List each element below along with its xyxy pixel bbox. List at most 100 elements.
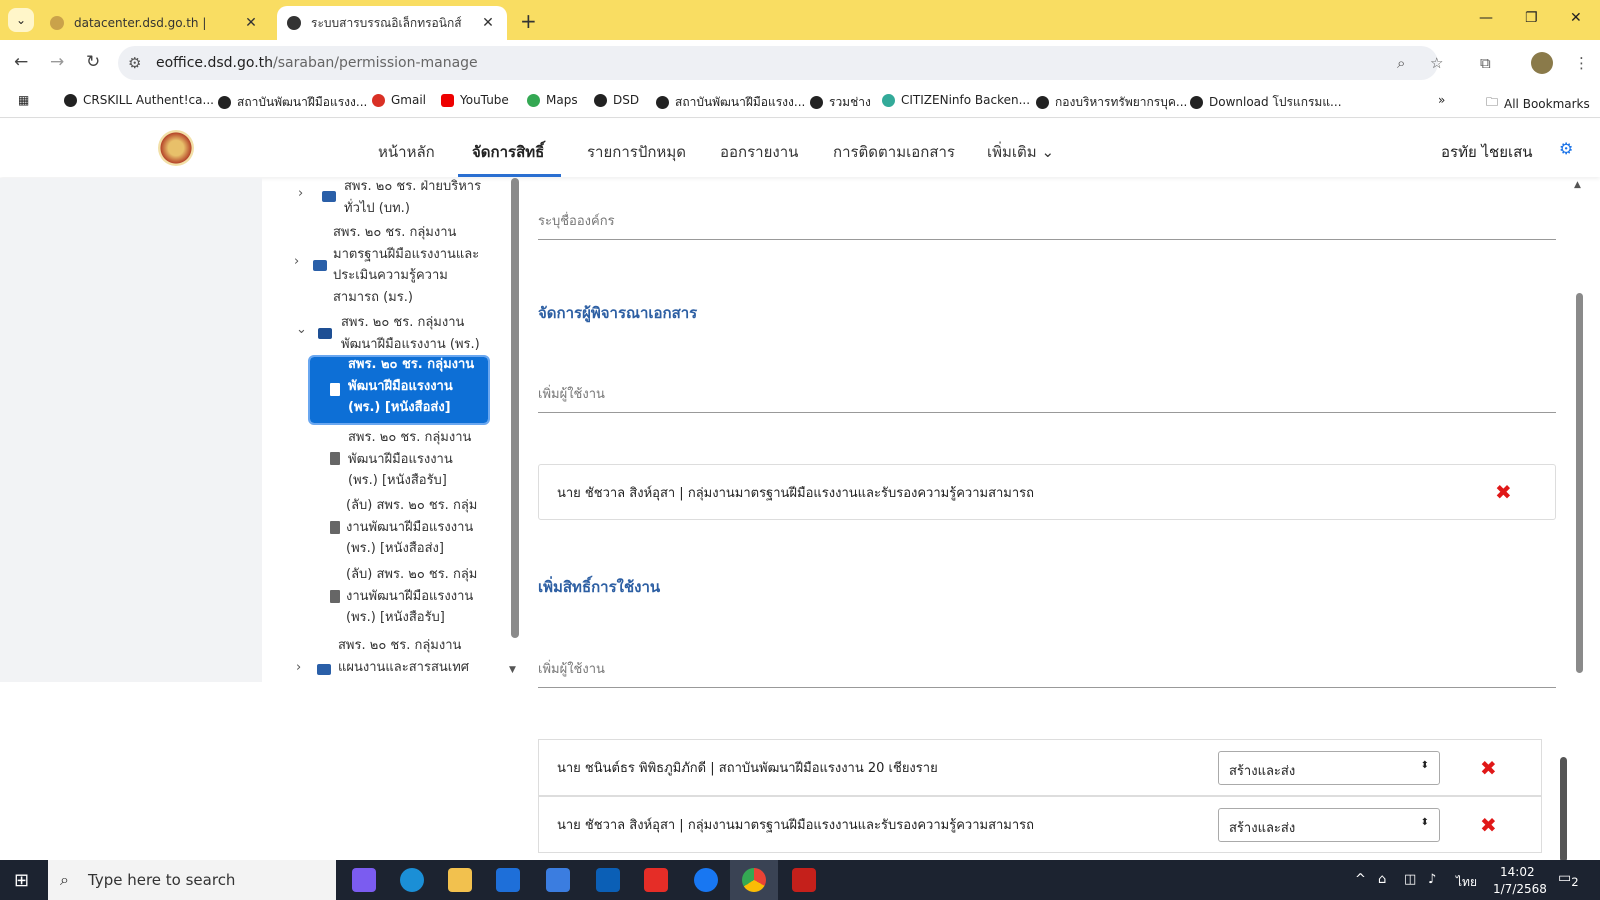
bookmark-item[interactable]: กองบริหารทรัพยากรบุค...	[1036, 93, 1187, 112]
minimize-button[interactable]: —	[1479, 10, 1493, 26]
new-tab-button[interactable]: +	[520, 9, 537, 33]
chrome-icon	[742, 868, 766, 892]
window-close-button[interactable]: ✕	[1570, 10, 1582, 26]
star-icon[interactable]: ☆	[1430, 54, 1443, 72]
page-scrollbar[interactable]	[1576, 293, 1583, 673]
chevron-right-icon[interactable]: ›	[294, 254, 299, 269]
tree-item[interactable]: (ลับ) สพร. ๒๐ ชร. กลุ่ม งานพัฒนาฝีมือแรงง…	[346, 564, 477, 629]
role-select[interactable]: สร้างและส่ง ⬍	[1218, 808, 1440, 842]
wifi-icon[interactable]: ◫	[1404, 872, 1416, 887]
chevron-right-icon[interactable]: ›	[298, 186, 303, 201]
tree-scrollbar[interactable]	[511, 178, 519, 638]
tab-title: datacenter.dsd.go.th |	[74, 16, 207, 30]
volume-icon[interactable]: ♪	[1428, 872, 1436, 887]
taskbar-search[interactable]: ⌕ Type here to search	[48, 860, 336, 900]
close-icon[interactable]: ✕	[242, 15, 260, 31]
bookmark-item[interactable]: Gmail	[372, 93, 426, 107]
bookmark-item[interactable]: สถาบันพัฒนาฝีมือแรงง...	[218, 93, 367, 112]
chrome-taskbar-button[interactable]	[730, 860, 778, 900]
network-icon[interactable]: ⌂	[1378, 872, 1386, 887]
acrobat-icon[interactable]	[792, 868, 816, 892]
edge-icon[interactable]	[400, 868, 424, 892]
tree-item[interactable]: สพร. ๒๐ ชร. กลุ่มงาน พัฒนาฝีมือแรงงาน (พร.…	[348, 427, 471, 492]
tree-item[interactable]: (ลับ) สพร. ๒๐ ชร. กลุ่ม งานพัฒนาฝีมือแรงง…	[346, 495, 477, 560]
store-icon[interactable]	[546, 868, 570, 892]
language-indicator[interactable]: ไทย	[1456, 873, 1477, 892]
document-icon	[330, 452, 340, 465]
nav-home[interactable]: หน้าหลัก	[378, 140, 435, 164]
folder-icon	[322, 191, 336, 202]
apps-icon[interactable]: ▦	[18, 93, 29, 107]
copilot-icon[interactable]	[352, 868, 376, 892]
add-reviewer-input[interactable]: เพิ่มผู้ใช้งาน	[538, 383, 1556, 413]
clock-date[interactable]: 1/7/2568	[1493, 882, 1547, 896]
user-name[interactable]: อรทัย ไชยเสน	[1441, 140, 1533, 164]
forward-icon[interactable]: →	[50, 52, 64, 72]
remove-reviewer-icon[interactable]: ✖	[1495, 480, 1512, 504]
menu-icon[interactable]: ⋮	[1574, 54, 1589, 72]
permission-section-title: เพิ่มสิทธิ์การใช้งาน	[538, 578, 661, 596]
remove-permission-icon[interactable]: ✖	[1480, 813, 1497, 837]
tree-item-selected[interactable]: สพร. ๒๐ ชร. กลุ่มงาน พัฒนาฝีมือแรงงาน (พร.…	[308, 355, 490, 425]
chevron-right-icon[interactable]: ›	[296, 660, 301, 675]
scroll-down-icon[interactable]: ▼	[509, 665, 516, 675]
gear-icon[interactable]: ⚙	[1559, 139, 1573, 158]
tab-search-button[interactable]: ⌄	[8, 8, 34, 32]
document-icon	[330, 590, 340, 603]
facebook-icon[interactable]	[694, 868, 718, 892]
nav-pinned[interactable]: รายการปักหมุด	[587, 140, 686, 164]
youtube-icon[interactable]	[644, 868, 668, 892]
tree-item[interactable]: สพร. ๒๐ ชร. กลุ่มงาน พัฒนาฝีมือแรงงาน (พร…	[341, 312, 480, 355]
restore-button[interactable]: ❐	[1525, 10, 1538, 26]
nav-permission[interactable]: จัดการสิทธิ์	[472, 140, 544, 164]
bookmark-item[interactable]: สถาบันพัฒนาฝีมือแรงง...	[656, 93, 805, 112]
tab-title: ระบบสารบรรณอิเล็กทรอนิกส์	[311, 15, 462, 30]
address-bar[interactable]: eoffice.dsd.go.th/saraban/permission-man…	[118, 46, 1438, 80]
tab-saraban[interactable]: ระบบสารบรรณอิเล็กทรอนิกส์ ✕	[277, 6, 507, 40]
more-bookmarks-icon[interactable]: »	[1438, 93, 1445, 107]
zoom-icon[interactable]: ⌕	[1397, 54, 1405, 72]
tree-item[interactable]: สพร. ๒๐ ชร. ฝ่ายบริหาร ทั่วไป (บท.)	[344, 176, 481, 219]
reload-icon[interactable]: ↻	[86, 52, 100, 72]
outlook-icon[interactable]	[596, 868, 620, 892]
nav-more[interactable]: เพิ่มเติม ⌄	[987, 140, 1054, 164]
tray-up-icon[interactable]: ^	[1355, 872, 1366, 887]
permission-list-scrollbar[interactable]	[1560, 757, 1567, 862]
bookmark-item[interactable]: รวมช่าง	[810, 93, 871, 112]
globe-icon	[287, 16, 301, 30]
nav-tracking[interactable]: การติดตามเอกสาร	[833, 140, 955, 164]
reviewer-card: นาย ชัชวาล สิงห์อุสา | กลุ่มงานมาตรฐานฝี…	[538, 464, 1556, 520]
clock-time[interactable]: 14:02	[1500, 865, 1535, 879]
nav-report[interactable]: ออกรายงาน	[720, 140, 798, 164]
bookmark-item[interactable]: Download โปรแกรมแ...	[1190, 93, 1342, 112]
org-name-input[interactable]: ระบุชื่อองค์กร	[538, 210, 1556, 240]
tree-item[interactable]: สพร. ๒๐ ชร. กลุ่มงาน แผนงานและสารสนเทศ	[338, 635, 469, 678]
app-icon[interactable]	[496, 868, 520, 892]
site-favicon	[50, 16, 64, 30]
left-gutter	[0, 178, 262, 682]
tree-item[interactable]: สพร. ๒๐ ชร. กลุ่มงาน มาตรฐานฝีมือแรงงานแล…	[333, 222, 479, 308]
bookmark-item[interactable]: CRSKILL Authent!ca...	[64, 93, 214, 107]
remove-permission-icon[interactable]: ✖	[1480, 756, 1497, 780]
all-bookmarks[interactable]: 🗀 All Bookmarks	[1486, 93, 1590, 114]
site-info-icon[interactable]: ⚙	[128, 54, 141, 72]
scroll-up-icon[interactable]: ▲	[1574, 180, 1581, 190]
dsd-logo[interactable]	[158, 130, 194, 166]
bookmark-item[interactable]: YouTube	[441, 93, 509, 107]
close-icon[interactable]: ✕	[479, 15, 497, 31]
reviewer-name: นาย ชัชวาล สิงห์อุสา | กลุ่มงานมาตรฐานฝี…	[557, 485, 1035, 501]
bookmark-item[interactable]: DSD	[594, 93, 639, 107]
chevron-down-icon[interactable]: ⌄	[296, 322, 307, 337]
file-explorer-icon[interactable]	[448, 868, 472, 892]
extensions-icon[interactable]: ⧉	[1480, 54, 1491, 72]
windows-start-icon[interactable]: ⊞	[14, 870, 29, 891]
role-select[interactable]: สร้างและส่ง ⬍	[1218, 751, 1440, 785]
notification-icon[interactable]: ▭2	[1558, 870, 1579, 889]
chevron-down-icon: ⌄	[1041, 143, 1055, 161]
bookmark-item[interactable]: Maps	[527, 93, 578, 107]
back-icon[interactable]: ←	[14, 52, 28, 72]
profile-avatar[interactable]	[1531, 52, 1553, 74]
bookmark-item[interactable]: CITIZENinfo Backen...	[882, 93, 1030, 107]
tab-datacenter[interactable]: datacenter.dsd.go.th | ✕	[40, 6, 270, 40]
add-permission-user-input[interactable]: เพิ่มผู้ใช้งาน	[538, 658, 1556, 688]
